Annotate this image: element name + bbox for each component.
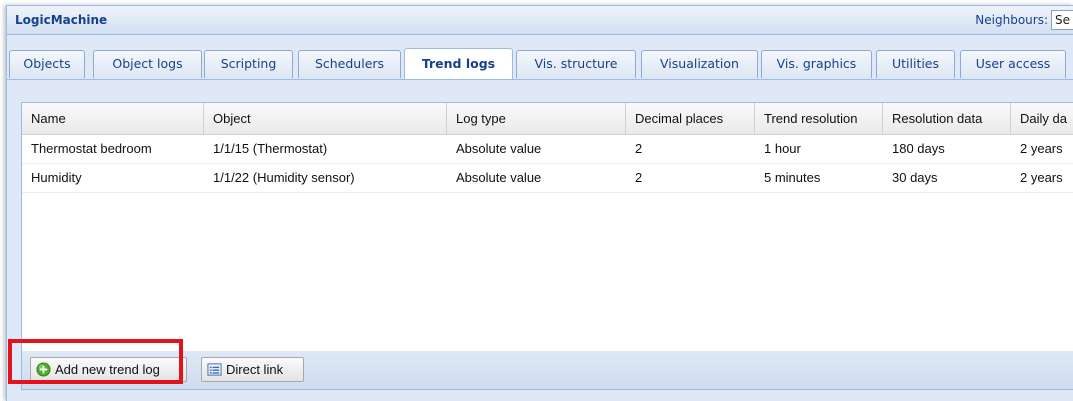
list-icon [207,363,222,376]
cell-daily-data: 2 years [1020,170,1063,185]
neighbours-select[interactable]: Se [1051,10,1073,30]
cell-daily-data: 2 years [1020,141,1063,156]
tab-strip: Objects Object logs Scripting Schedulers… [7,35,1073,79]
column-header-resolution-data[interactable]: Resolution data [883,103,1011,134]
tab-vis-graphics[interactable]: Vis. graphics [761,50,872,78]
tab-object-logs[interactable]: Object logs [93,50,202,78]
table-row[interactable]: Humidity 1/1/22 (Humidity sensor) Absolu… [22,163,1073,193]
direct-link-label: Direct link [226,362,284,377]
direct-link-button[interactable]: Direct link [201,357,304,382]
cell-decimal-places: 2 [635,141,643,156]
tab-user-access[interactable]: User access [960,50,1066,78]
highlight-box [8,339,183,384]
title-bar: LogicMachine Neighbours: Se [7,6,1073,35]
cell-object: 1/1/15 (Thermostat) [213,141,328,156]
column-header-name[interactable]: Name [22,103,204,134]
tab-scripting[interactable]: Scripting [204,50,293,78]
cell-log-type: Absolute value [456,170,542,185]
neighbours-label: Neighbours: [975,13,1048,27]
trend-logs-grid: Name Object Log type Decimal places Tren… [21,102,1073,353]
cell-resolution-data: 30 days [892,170,938,185]
cell-trend-resolution: 5 minutes [764,170,821,185]
column-header-log-type[interactable]: Log type [447,103,626,134]
column-header-object[interactable]: Object [204,103,447,134]
cell-decimal-places: 2 [635,170,643,185]
app-title: LogicMachine [15,13,108,27]
cell-object: 1/1/22 (Humidity sensor) [213,170,355,185]
cell-trend-resolution: 1 hour [764,141,801,156]
column-header-decimal-places[interactable]: Decimal places [626,103,755,134]
tab-schedulers[interactable]: Schedulers [298,50,401,78]
cell-resolution-data: 180 days [892,141,945,156]
tab-utilities[interactable]: Utilities [876,50,955,78]
tab-visualization[interactable]: Visualization [641,50,758,78]
table-row[interactable]: Thermostat bedroom 1/1/15 (Thermostat) A… [22,134,1073,164]
cell-name: Thermostat bedroom [31,141,152,156]
column-header-trend-resolution[interactable]: Trend resolution [755,103,883,134]
tab-trend-logs[interactable]: Trend logs [404,48,513,79]
tab-objects[interactable]: Objects [9,50,85,78]
grid-header: Name Object Log type Decimal places Tren… [22,103,1073,135]
tab-vis-structure[interactable]: Vis. structure [516,50,636,78]
cell-log-type: Absolute value [456,141,542,156]
cell-name: Humidity [31,170,82,185]
column-header-daily-data[interactable]: Daily da [1011,103,1073,134]
